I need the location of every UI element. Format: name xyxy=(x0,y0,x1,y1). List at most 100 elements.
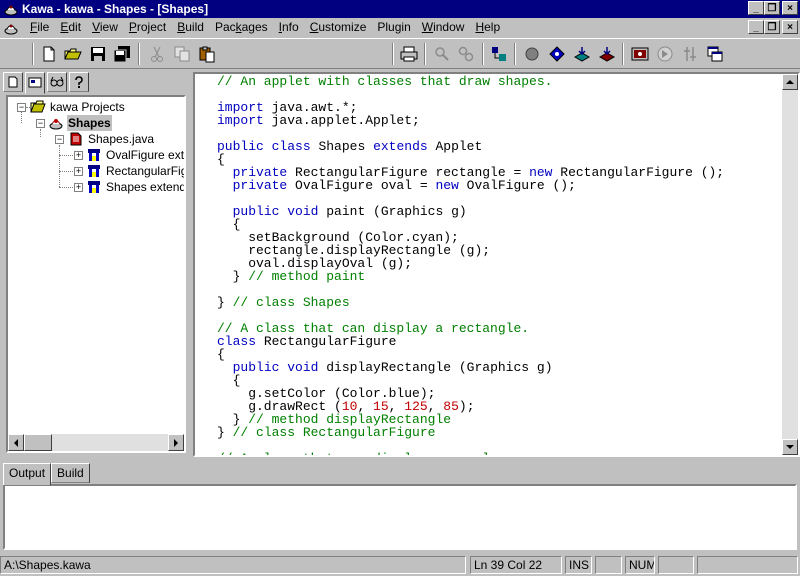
menu-bar: FileEditViewProjectBuildPackagesInfoCust… xyxy=(0,18,800,37)
glasses-icon xyxy=(50,76,64,88)
arrow-right-icon xyxy=(174,439,179,447)
menu-item[interactable]: Info xyxy=(275,18,303,37)
title-bar: Kawa - kawa - Shapes - [Shapes] _ ❐ × xyxy=(0,0,800,18)
menu-item[interactable]: Help xyxy=(471,18,504,37)
tab-help[interactable] xyxy=(69,72,89,92)
scroll-right-button[interactable] xyxy=(168,434,184,451)
menu-item[interactable]: Window xyxy=(418,18,469,37)
code-token xyxy=(217,178,233,193)
output-panel[interactable] xyxy=(3,484,797,550)
menu-item[interactable]: File xyxy=(26,18,53,37)
code-text[interactable]: // An applet with classes that draw shap… xyxy=(217,75,724,457)
debug-step-icon[interactable] xyxy=(546,43,568,65)
replace-icon[interactable] xyxy=(455,43,477,65)
tree-node-file[interactable]: Shapes.java xyxy=(68,131,155,147)
window-icon[interactable] xyxy=(704,43,726,65)
paste-icon[interactable] xyxy=(196,43,218,65)
tree-node-class[interactable]: RectangularFigu xyxy=(86,163,184,179)
class-expand-toggle[interactable]: + xyxy=(74,167,83,176)
project-panel: − kawa Projects − Shapes − Shapes.java +… xyxy=(3,72,188,457)
root-collapse-toggle[interactable]: − xyxy=(17,103,26,112)
code-line[interactable]: } // method paint xyxy=(217,270,724,283)
code-line[interactable]: // A class that can display an oval. xyxy=(217,452,724,457)
project-tree[interactable]: − kawa Projects − Shapes − Shapes.java +… xyxy=(6,95,186,453)
code-token: OvalFigure oval = xyxy=(287,178,435,193)
save-icon[interactable] xyxy=(87,43,109,65)
scroll-left-button[interactable] xyxy=(8,434,24,451)
mdi-minimize-button[interactable]: _ xyxy=(748,20,764,34)
code-line[interactable]: import java.applet.Applet; xyxy=(217,114,724,127)
scroll-down-button[interactable] xyxy=(782,439,798,455)
editor-vertical-scrollbar[interactable] xyxy=(782,74,798,455)
code-keyword: private xyxy=(233,178,288,193)
tab-packages[interactable] xyxy=(47,72,67,92)
save-all-icon[interactable] xyxy=(111,43,133,65)
menu-item[interactable]: Project xyxy=(125,18,170,37)
menu-item[interactable]: Edit xyxy=(56,18,85,37)
code-token: RectangularFigure (); xyxy=(552,165,724,180)
code-keyword: void xyxy=(287,204,318,219)
code-line[interactable]: public class Shapes extends Applet xyxy=(217,140,724,153)
class-expand-toggle[interactable]: + xyxy=(74,183,83,192)
toolbar-separator xyxy=(138,43,140,65)
breakpoint-icon[interactable] xyxy=(521,43,543,65)
tab-classes[interactable] xyxy=(25,72,45,94)
copy-icon[interactable] xyxy=(171,43,193,65)
compile-icon[interactable] xyxy=(571,43,593,65)
document-system-icon[interactable] xyxy=(2,19,20,36)
tree-horizontal-scrollbar[interactable] xyxy=(8,434,184,451)
tree-node-root[interactable]: kawa Projects xyxy=(30,99,126,115)
menu-item[interactable]: View xyxy=(88,18,122,37)
restore-button[interactable]: ❐ xyxy=(764,1,780,15)
status-extra xyxy=(697,556,798,574)
tree-node-class[interactable]: Shapes extends xyxy=(86,179,184,195)
close-button[interactable]: × xyxy=(782,1,798,15)
menu-item[interactable]: Plugin xyxy=(373,18,414,37)
tree-node-class[interactable]: OvalFigure exter xyxy=(86,147,184,163)
status-scroll xyxy=(658,556,694,574)
mdi-close-button[interactable]: × xyxy=(782,20,798,34)
code-token: java.applet.Applet; xyxy=(264,113,420,128)
code-line[interactable]: private OvalFigure oval = new OvalFigure… xyxy=(217,179,724,192)
scroll-up-button[interactable] xyxy=(782,74,798,90)
menu-item[interactable]: Build xyxy=(173,18,208,37)
run-icon[interactable] xyxy=(654,43,676,65)
tree-node-project[interactable]: Shapes xyxy=(48,115,112,131)
code-token: OvalFigure (); xyxy=(459,178,576,193)
minimize-button[interactable]: _ xyxy=(748,1,764,15)
mdi-restore-button[interactable]: ❐ xyxy=(764,20,780,34)
code-line[interactable]: class RectangularFigure xyxy=(217,335,724,348)
menu-item[interactable]: Customize xyxy=(306,18,371,37)
open-folder-icon[interactable] xyxy=(62,43,84,65)
class-icon xyxy=(87,164,101,178)
class-expand-toggle[interactable]: + xyxy=(74,151,83,160)
project-collapse-toggle[interactable]: − xyxy=(36,119,45,128)
code-line[interactable]: } // class Shapes xyxy=(217,296,724,309)
code-token: } xyxy=(217,269,248,284)
gear-icon[interactable] xyxy=(679,43,701,65)
tree-scroll-thumb[interactable] xyxy=(24,434,52,451)
code-line[interactable]: // An applet with classes that draw shap… xyxy=(217,75,724,88)
status-caps xyxy=(595,556,622,574)
tab-files[interactable] xyxy=(3,72,23,92)
code-token: RectangularFigure xyxy=(256,334,396,349)
code-line[interactable]: public void paint (Graphics g) xyxy=(217,205,724,218)
code-line[interactable]: public void displayRectangle (Graphics g… xyxy=(217,361,724,374)
code-line[interactable]: } // class RectangularFigure xyxy=(217,426,724,439)
code-keyword: import xyxy=(217,113,264,128)
code-editor[interactable]: // An applet with classes that draw shap… xyxy=(193,72,800,457)
tab-output[interactable]: Output xyxy=(3,463,51,485)
cut-icon[interactable] xyxy=(146,43,168,65)
tree-node-class-label: RectangularFigu xyxy=(105,163,184,179)
tab-build[interactable]: Build xyxy=(51,463,90,483)
menu-item[interactable]: Packages xyxy=(211,18,272,37)
new-file-icon[interactable] xyxy=(38,43,60,65)
find-icon[interactable] xyxy=(431,43,453,65)
toolbar-separator xyxy=(482,43,484,65)
run-applet-icon[interactable] xyxy=(629,43,651,65)
kawa-app-icon[interactable] xyxy=(3,1,19,17)
build-icon[interactable] xyxy=(596,43,618,65)
class-browser-icon[interactable] xyxy=(488,43,510,65)
file-collapse-toggle[interactable]: − xyxy=(55,135,64,144)
print-icon[interactable] xyxy=(398,43,420,65)
